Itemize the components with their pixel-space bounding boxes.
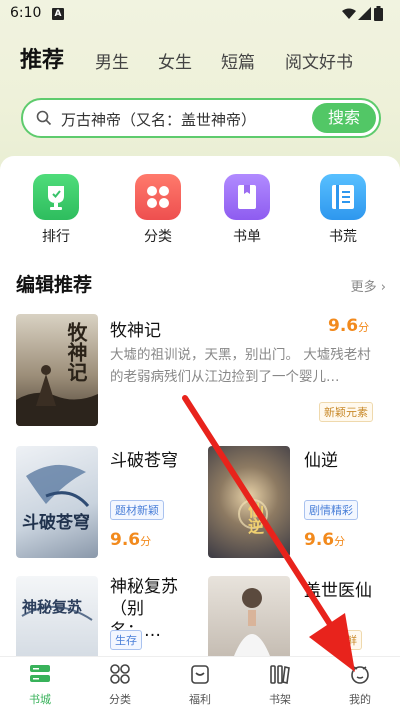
nav-mine[interactable]: 我的 (320, 663, 400, 707)
book-score: 9.6分 (304, 530, 346, 550)
search-input[interactable]: 万古神帝（又名：盖世神帝） (61, 109, 256, 130)
signal-icon (358, 7, 371, 20)
bookstore-icon (30, 665, 50, 682)
bookshelf-icon (270, 665, 290, 684)
battery-icon (374, 6, 383, 21)
category-label: 书荒 (329, 229, 357, 245)
category-label: 分类 (144, 229, 172, 245)
book-tag: 剧情精彩 (304, 500, 358, 520)
tab-female[interactable]: 女生 (158, 48, 192, 73)
book-tag: 新鲜 (330, 630, 362, 650)
status-bar: 6:10 A (0, 0, 400, 28)
book-title[interactable]: 仙逆 (304, 446, 338, 471)
book-icon (224, 174, 270, 220)
status-time: 6:10 (10, 5, 42, 21)
book-title[interactable]: 斗破苍穹 (110, 446, 178, 471)
book-cover[interactable]: 神秘复苏 (16, 576, 98, 656)
category-classify[interactable]: 分类 (128, 174, 188, 246)
nav-label: 福利 (189, 693, 211, 706)
nav-bookshelf[interactable]: 书架 (240, 663, 320, 707)
more-label: 更多 (350, 280, 377, 295)
book-tag: 生存 (110, 630, 142, 650)
nav-welfare[interactable]: 福利 (160, 663, 240, 707)
gift-icon (191, 665, 209, 684)
book-title[interactable]: 盖世医仙 (304, 576, 372, 601)
nav-bookstore[interactable]: 书城 (0, 663, 80, 707)
top-tabs: 推荐 男生 女生 短篇 阅文好书 (0, 40, 400, 80)
main-content: 排行 分类 书单 书荒 编辑推荐 更多 › 牧神记 牧神记 9.6分 大墟的祖训… (0, 156, 400, 656)
search-button[interactable]: 搜索 (312, 103, 376, 133)
profile-icon (351, 666, 369, 684)
book-cover[interactable]: 牧神记 (16, 314, 98, 426)
nav-category[interactable]: 分类 (80, 663, 160, 707)
tab-male[interactable]: 男生 (95, 48, 129, 73)
tab-recommend[interactable]: 推荐 (20, 42, 64, 74)
list-icon (320, 174, 366, 220)
bottom-nav: 书城 分类 福利 书架 我的 (0, 656, 400, 711)
category-shortage[interactable]: 书荒 (313, 174, 373, 246)
tab-good-books[interactable]: 阅文好书 (285, 48, 353, 73)
book-title[interactable]: 牧神记 (110, 316, 161, 341)
category-booklist[interactable]: 书单 (217, 174, 277, 246)
trophy-icon (33, 174, 79, 220)
nav-label: 我的 (349, 693, 371, 706)
book-cover[interactable] (208, 576, 290, 656)
cover-title: 仙逆 (245, 502, 264, 534)
book-score: 9.6分 (110, 530, 152, 550)
book-tag: 新颖元素 (319, 402, 373, 422)
book-cover[interactable]: 仙逆 (208, 446, 290, 558)
category-ranking[interactable]: 排行 (26, 174, 86, 246)
book-score: 9.6分 (328, 316, 370, 336)
cover-title: 斗破苍穹 (22, 513, 90, 533)
grid-icon (110, 664, 130, 684)
nav-label: 书架 (269, 693, 291, 706)
category-label: 书单 (233, 229, 261, 245)
book-description: 大墟的祖训说，天黑，别出门。 大墟残老村的老弱病残们从江边捡到了一个婴儿… (110, 347, 371, 385)
cover-title: 神秘复苏 (22, 598, 83, 616)
more-link[interactable]: 更多 › (351, 276, 386, 295)
cover-title: 牧神记 (64, 322, 88, 382)
book-cover[interactable]: 斗破苍穹 (16, 446, 98, 558)
grid-icon (135, 174, 181, 220)
chevron-right-icon: › (380, 280, 386, 295)
nav-label: 分类 (109, 693, 131, 706)
tab-short[interactable]: 短篇 (221, 48, 255, 73)
search-bar[interactable]: 万古神帝（又名：盖世神帝） 搜索 (21, 98, 381, 138)
book-tag: 题材新颖 (110, 500, 164, 520)
wifi-icon (342, 8, 356, 19)
nav-label: 书城 (29, 693, 51, 706)
search-icon (36, 110, 52, 126)
category-label: 排行 (42, 229, 70, 245)
section-title: 编辑推荐 (16, 274, 93, 296)
notification-icon: A (52, 8, 64, 20)
